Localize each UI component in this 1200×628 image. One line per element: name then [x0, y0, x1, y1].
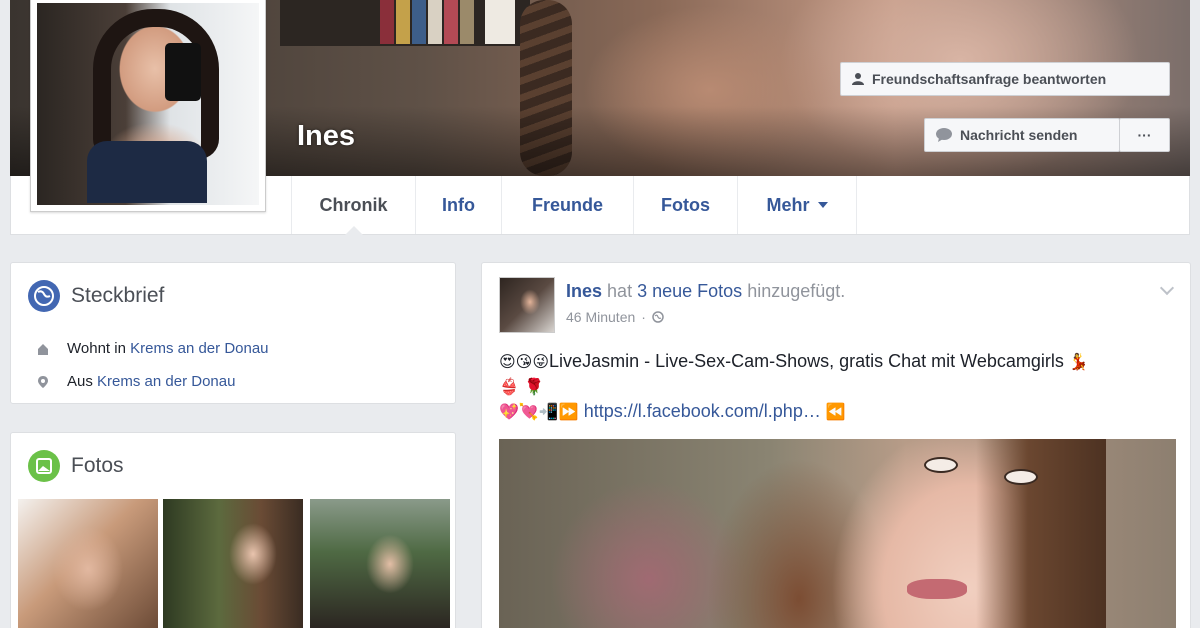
house-icon — [38, 343, 48, 355]
emoji-group: 💖💘📲⏩ — [499, 402, 579, 421]
emoji-group: 😍😘😜 — [499, 352, 550, 371]
tab-info[interactable]: Info — [415, 176, 501, 234]
photo-thumbnail[interactable] — [18, 499, 158, 628]
post-photo[interactable] — [499, 439, 1176, 628]
globe-icon — [652, 311, 664, 323]
post-time-label: 46 Minuten — [566, 309, 636, 325]
post-options-chevron-icon[interactable] — [1159, 280, 1175, 296]
tab-freunde[interactable]: Freunde — [501, 176, 633, 234]
book — [396, 0, 410, 44]
profile-picture-image — [37, 3, 259, 205]
book — [380, 0, 394, 44]
globe-icon — [28, 280, 60, 312]
book — [428, 0, 442, 44]
book — [444, 0, 458, 44]
more-dots-icon: ··· — [1137, 127, 1152, 143]
photo-thumbnail[interactable] — [163, 499, 303, 628]
post-timestamp[interactable]: 46 Minuten · — [566, 309, 664, 325]
book — [485, 0, 515, 44]
intro-from: Aus Krems an der Donau — [37, 373, 235, 390]
post-action-text: hat — [607, 281, 633, 301]
phone-shape — [165, 43, 201, 101]
from-link[interactable]: Krems an der Donau — [97, 373, 235, 390]
rewind-emoji: ⏪ — [825, 402, 846, 421]
tab-mehr[interactable]: Mehr — [737, 176, 857, 234]
friend-request-label: Freundschaftsanfrage beantworten — [872, 71, 1107, 87]
cover-bookshelf — [280, 0, 530, 46]
post-author-link[interactable]: Ines — [566, 281, 602, 301]
lips-shape — [907, 579, 967, 599]
tab-fotos[interactable]: Fotos — [633, 176, 737, 234]
emoji-group: 👙 🌹 — [499, 377, 544, 396]
tab-label: Info — [442, 194, 475, 215]
intro-card: Steckbrief Wohnt in Krems an der Donau A… — [10, 262, 456, 404]
send-message-button[interactable]: Nachricht senden — [924, 118, 1120, 152]
eye-shape — [924, 457, 958, 473]
chat-bubble-icon — [936, 128, 952, 142]
post-text-line: LiveJasmin - Live-Sex-Cam-Shows, gratis … — [549, 351, 1064, 371]
profile-name: Ines — [297, 120, 356, 152]
tab-label: Freunde — [531, 194, 603, 215]
intro-title: Steckbrief — [71, 284, 165, 307]
more-options-button[interactable]: ··· — [1119, 118, 1170, 152]
post-message: 😍😘😜LiveJasmin - Live-Sex-Cam-Shows, grat… — [499, 349, 1089, 424]
post-card: Ines hat 3 neue Fotos hinzugefügt. 46 Mi… — [481, 262, 1191, 628]
send-message-label: Nachricht senden — [960, 127, 1078, 143]
location-pin-icon — [38, 375, 48, 388]
from-label: Aus — [67, 373, 93, 390]
book — [412, 0, 426, 44]
tab-label: Mehr — [766, 194, 810, 215]
eye-shape — [1004, 469, 1038, 485]
post-photos-link[interactable]: 3 neue Fotos — [637, 281, 742, 301]
photos-card: Fotos — [10, 432, 456, 628]
photos-title: Fotos — [71, 454, 124, 477]
post-author-avatar[interactable] — [499, 277, 555, 333]
tab-chronik[interactable]: Chronik — [291, 176, 415, 235]
separator: · — [641, 309, 646, 325]
dancer-emoji: 💃 — [1068, 352, 1089, 371]
tab-label: Chronik — [319, 194, 388, 215]
hair-shape — [976, 439, 1106, 628]
post-action-text-2: hinzugefügt. — [747, 281, 846, 301]
tab-label: Fotos — [661, 194, 710, 215]
top-shape — [87, 141, 207, 203]
photo-album-icon — [28, 450, 60, 482]
profile-picture[interactable] — [30, 0, 266, 212]
lives-in-link[interactable]: Krems an der Donau — [130, 340, 268, 357]
post-url-link[interactable]: https://l.facebook.com/l.php… — [584, 401, 821, 421]
friend-request-button[interactable]: Freundschaftsanfrage beantworten — [840, 62, 1170, 96]
lives-in-label: Wohnt in — [67, 340, 126, 357]
book — [460, 0, 474, 44]
post-header: Ines hat 3 neue Fotos hinzugefügt. — [566, 281, 845, 302]
photo-thumbnail[interactable] — [310, 499, 450, 628]
intro-lives-in: Wohnt in Krems an der Donau — [37, 340, 269, 357]
chevron-down-icon — [817, 202, 828, 208]
person-icon — [852, 73, 864, 85]
